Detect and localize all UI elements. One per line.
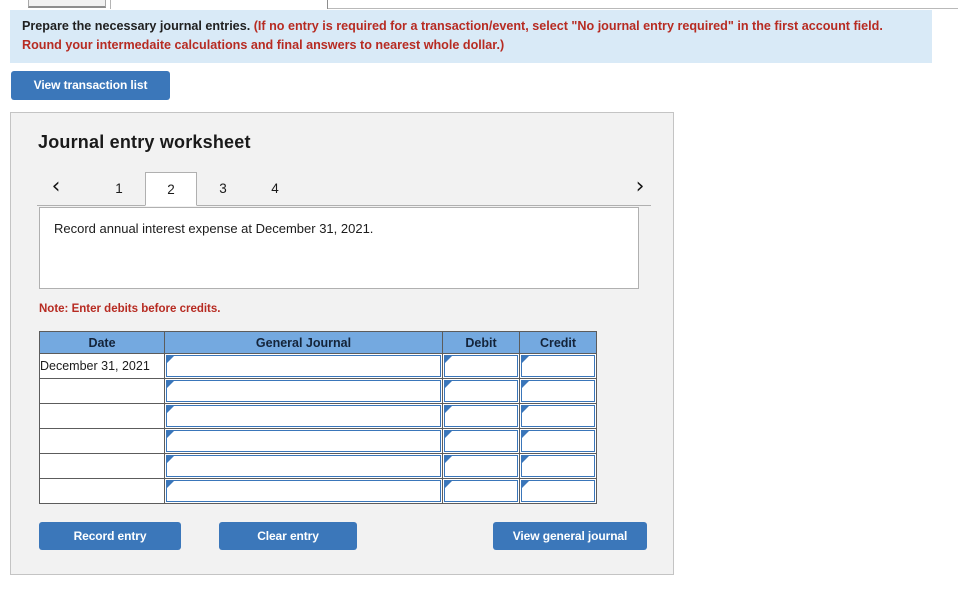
view-general-journal-button[interactable]: View general journal xyxy=(493,522,647,550)
debit-input[interactable] xyxy=(444,405,518,427)
date-cell xyxy=(39,403,165,429)
credit-input[interactable] xyxy=(521,380,595,402)
general-journal-cell[interactable] xyxy=(164,428,443,454)
credit-cell[interactable] xyxy=(519,478,597,504)
column-header-general-journal: General Journal xyxy=(164,331,443,354)
page-root: Prepare the necessary journal entries. (… xyxy=(0,0,958,594)
general-journal-input[interactable] xyxy=(166,405,441,427)
worksheet-tab-3[interactable]: 3 xyxy=(197,172,249,206)
column-header-debit: Debit xyxy=(442,331,520,354)
worksheet-tab-4[interactable]: 4 xyxy=(249,172,301,206)
column-header-date: Date xyxy=(39,331,165,354)
debit-cell[interactable] xyxy=(442,428,520,454)
general-journal-input[interactable] xyxy=(166,380,441,402)
instruction-banner: Prepare the necessary journal entries. (… xyxy=(10,10,932,63)
general-journal-input[interactable] xyxy=(166,430,441,452)
view-transaction-list-button[interactable]: View transaction list xyxy=(11,71,170,100)
chevron-right-icon[interactable]: › xyxy=(629,172,651,202)
credit-cell[interactable] xyxy=(519,453,597,479)
general-journal-cell[interactable] xyxy=(164,478,443,504)
date-cell xyxy=(39,378,165,404)
general-journal-cell[interactable] xyxy=(164,353,443,379)
top-tab-inactive[interactable] xyxy=(28,0,106,8)
credit-input[interactable] xyxy=(521,455,595,477)
transaction-description-box: Record annual interest expense at Decemb… xyxy=(39,207,639,289)
general-journal-cell[interactable] xyxy=(164,403,443,429)
instruction-main: Prepare the necessary journal entries. xyxy=(22,19,251,33)
transaction-description-text: Record annual interest expense at Decemb… xyxy=(54,221,374,236)
general-journal-cell[interactable] xyxy=(164,453,443,479)
table-header-row: Date General Journal Debit Credit xyxy=(39,331,597,354)
debit-cell[interactable] xyxy=(442,378,520,404)
top-tab-strip-rule xyxy=(328,8,958,9)
credit-cell[interactable] xyxy=(519,403,597,429)
general-journal-input[interactable] xyxy=(166,480,441,502)
journal-entry-table: Date General Journal Debit Credit Decemb… xyxy=(39,331,597,504)
worksheet-tab-1[interactable]: 1 xyxy=(93,172,145,206)
worksheet-pager: ‹ 1 2 3 4 › xyxy=(37,170,651,206)
top-tab-strip xyxy=(0,0,958,10)
worksheet-tab-2[interactable]: 2 xyxy=(145,172,197,206)
top-tab-active[interactable] xyxy=(110,0,328,9)
instruction-text: Prepare the necessary journal entries. (… xyxy=(22,17,922,55)
debit-input[interactable] xyxy=(444,355,518,377)
date-cell xyxy=(39,453,165,479)
debit-input[interactable] xyxy=(444,380,518,402)
credit-cell[interactable] xyxy=(519,353,597,379)
table-row xyxy=(39,428,597,454)
general-journal-input[interactable] xyxy=(166,355,441,377)
debits-before-credits-note: Note: Enter debits before credits. xyxy=(39,303,221,315)
debit-input[interactable] xyxy=(444,455,518,477)
debit-cell[interactable] xyxy=(442,403,520,429)
debit-cell[interactable] xyxy=(442,453,520,479)
debit-input[interactable] xyxy=(444,480,518,502)
general-journal-input[interactable] xyxy=(166,455,441,477)
general-journal-cell[interactable] xyxy=(164,378,443,404)
date-cell xyxy=(39,428,165,454)
panel-title: Journal entry worksheet xyxy=(38,132,251,152)
record-entry-button[interactable]: Record entry xyxy=(39,522,181,550)
table-row xyxy=(39,378,597,404)
debit-input[interactable] xyxy=(444,430,518,452)
column-header-credit: Credit xyxy=(519,331,597,354)
table-row xyxy=(39,478,597,504)
date-cell: December 31, 2021 xyxy=(39,353,165,379)
credit-cell[interactable] xyxy=(519,428,597,454)
debit-cell[interactable] xyxy=(442,353,520,379)
credit-input[interactable] xyxy=(521,355,595,377)
credit-input[interactable] xyxy=(521,480,595,502)
credit-cell[interactable] xyxy=(519,378,597,404)
credit-input[interactable] xyxy=(521,405,595,427)
credit-input[interactable] xyxy=(521,430,595,452)
debit-cell[interactable] xyxy=(442,478,520,504)
journal-entry-worksheet-panel: Journal entry worksheet ‹ 1 2 3 4 › Reco… xyxy=(10,112,674,575)
table-row: December 31, 2021 xyxy=(39,353,597,379)
table-row xyxy=(39,403,597,429)
date-cell xyxy=(39,478,165,504)
clear-entry-button[interactable]: Clear entry xyxy=(219,522,357,550)
table-row xyxy=(39,453,597,479)
chevron-left-icon[interactable]: ‹ xyxy=(45,172,67,202)
